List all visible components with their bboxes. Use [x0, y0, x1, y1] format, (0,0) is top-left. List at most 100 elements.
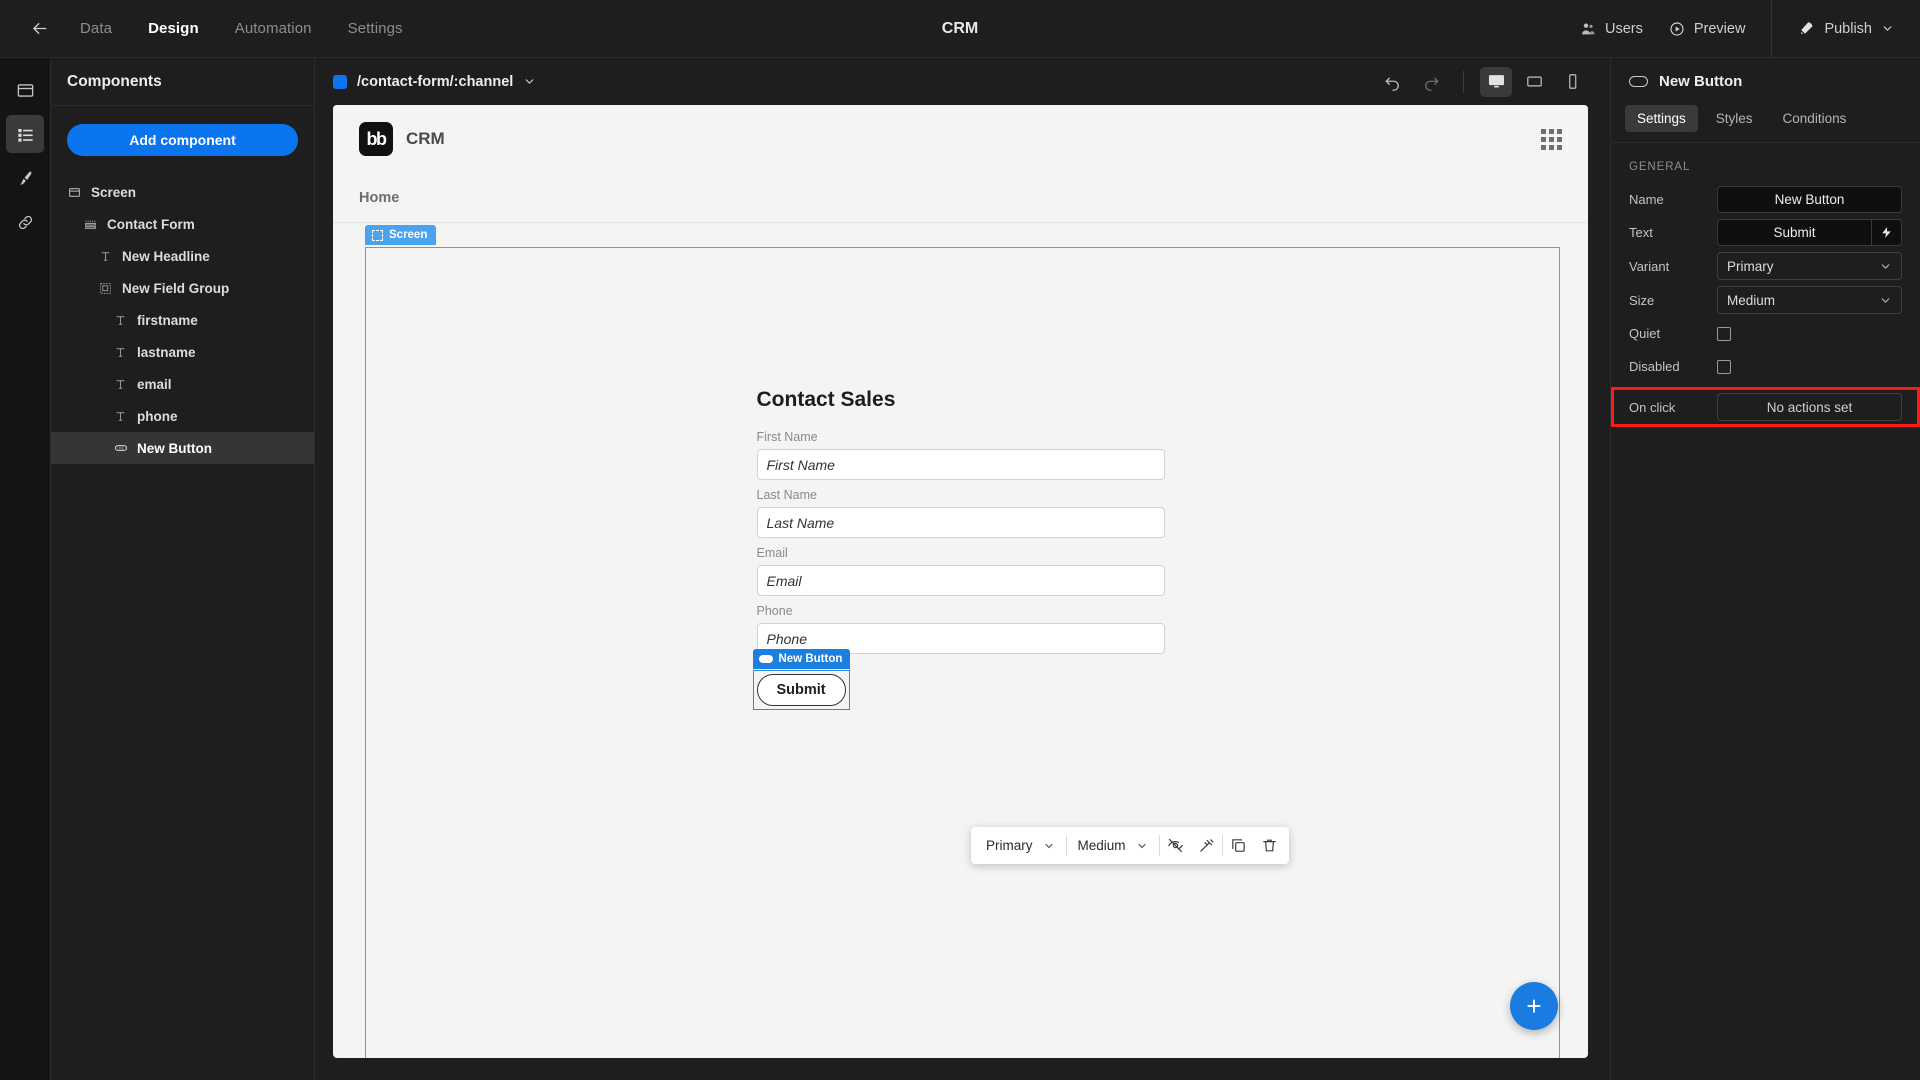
publish-button[interactable]: Publish	[1798, 20, 1894, 37]
rail-item-theme[interactable]	[6, 159, 44, 197]
desktop-icon	[1488, 75, 1504, 88]
paintbrush-icon	[19, 170, 31, 184]
rail-item-links[interactable]	[6, 203, 44, 241]
first-name-input[interactable]: First Name	[756, 449, 1165, 480]
tree-item-email[interactable]: email	[51, 368, 314, 400]
text-icon	[113, 345, 128, 360]
trash-icon	[1262, 839, 1276, 852]
icon-rail	[0, 58, 51, 1080]
tree-item-label: New Field Group	[122, 280, 230, 296]
app-preview: bb CRM Home Screen Contact Sales First N…	[333, 105, 1588, 1058]
variant-select[interactable]: Primary	[1717, 252, 1902, 280]
device-desktop-button[interactable]	[1480, 66, 1512, 97]
tab-settings[interactable]: Settings	[1625, 105, 1698, 132]
redo-button[interactable]	[1415, 67, 1447, 97]
link-icon	[18, 215, 32, 229]
hide-component-button[interactable]	[1160, 830, 1191, 861]
setting-row-disabled: Disabled	[1611, 350, 1920, 383]
tree-item-new-headline[interactable]: New Headline	[51, 240, 314, 272]
button-selection-badge[interactable]: New Button	[752, 649, 851, 669]
rail-item-components[interactable]	[6, 115, 44, 153]
email-input[interactable]: Email	[756, 565, 1165, 596]
nav-tab-automation[interactable]: Automation	[233, 16, 314, 41]
add-component-button[interactable]: Add component	[67, 124, 298, 156]
nav-tab-data[interactable]: Data	[78, 16, 114, 41]
on-click-actions-button[interactable]: No actions set	[1717, 393, 1902, 421]
setting-row-on-click: On click No actions set	[1611, 387, 1920, 427]
preview-button[interactable]: Preview	[1669, 20, 1746, 37]
device-mobile-button[interactable]	[1556, 67, 1588, 97]
text-input[interactable]: Submit	[1717, 219, 1871, 246]
duplicate-icon	[1231, 839, 1245, 852]
form-title: Contact Sales	[756, 388, 896, 411]
binding-button[interactable]	[1871, 219, 1902, 246]
setting-control	[1717, 359, 1902, 374]
nav-tab-settings[interactable]: Settings	[346, 16, 405, 41]
component-tree: Screen Contact Form New Headline New Fie…	[51, 176, 314, 464]
disabled-checkbox[interactable]	[1717, 359, 1731, 374]
undo-button[interactable]	[1377, 67, 1409, 97]
setting-label: Quiet	[1629, 326, 1661, 341]
tree-item-contact-form[interactable]: Contact Form	[51, 208, 314, 240]
text-icon	[113, 313, 128, 328]
variant-quick-select[interactable]: Primary	[975, 827, 1066, 864]
back-button[interactable]	[22, 12, 56, 46]
tab-conditions[interactable]: Conditions	[1771, 105, 1859, 132]
quiet-checkbox[interactable]	[1717, 326, 1731, 341]
nav-link-home[interactable]: Home	[359, 190, 399, 206]
button-pill-icon	[1629, 76, 1648, 87]
last-name-input[interactable]: Last Name	[756, 507, 1165, 538]
tablet-icon	[1526, 76, 1542, 87]
grid-apps-icon[interactable]	[1541, 128, 1562, 150]
submit-button[interactable]: Submit	[756, 674, 846, 706]
setting-control: No actions set	[1717, 393, 1902, 421]
setting-label: Variant	[1629, 258, 1670, 274]
tree-item-new-field-group[interactable]: New Field Group	[51, 272, 314, 304]
publish-label: Publish	[1824, 20, 1872, 37]
field-last-name: Last Name Last Name	[756, 488, 1165, 538]
chevron-down-icon	[1881, 263, 1890, 269]
add-component-fab[interactable]: +	[1510, 982, 1558, 1030]
setting-control: Submit	[1717, 219, 1902, 246]
screen-selection-badge[interactable]: Screen	[365, 225, 437, 245]
field-label: Email	[756, 546, 788, 560]
publish-group: Publish	[1771, 0, 1920, 57]
preview-label: Preview	[1693, 20, 1746, 37]
route-color-swatch	[333, 74, 347, 89]
settings-panel-header: New Button	[1611, 58, 1920, 105]
tree-item-label: Screen	[91, 184, 137, 200]
top-bar-actions: Users Preview Publish	[1554, 0, 1920, 57]
size-select[interactable]: Medium	[1717, 286, 1902, 314]
users-button[interactable]: Users	[1580, 21, 1643, 37]
delete-component-button[interactable]	[1254, 830, 1285, 861]
components-panel: Components Add component Screen Contact …	[51, 58, 315, 1080]
app-brand-name: CRM	[406, 129, 445, 148]
tree-item-lastname[interactable]: lastname	[51, 336, 314, 368]
tree-item-new-button[interactable]: New Button	[51, 432, 314, 464]
undo-icon	[1385, 77, 1399, 91]
top-bar: Data Design Automation Settings CRM User…	[0, 0, 1920, 58]
setting-control: New Button	[1717, 186, 1902, 213]
setting-control: Primary	[1717, 252, 1902, 280]
route-selector[interactable]: /contact-form/:channel	[333, 74, 536, 90]
duplicate-component-button[interactable]	[1223, 830, 1254, 861]
chevron-down-icon	[1881, 297, 1890, 303]
main-nav: Data Design Automation Settings	[78, 16, 405, 41]
text-icon	[98, 249, 113, 264]
nav-tab-design[interactable]: Design	[146, 16, 201, 41]
eject-component-button[interactable]	[1191, 830, 1222, 861]
tab-styles[interactable]: Styles	[1704, 105, 1765, 132]
tree-item-screen[interactable]: Screen	[51, 176, 314, 208]
rail-item-screen[interactable]	[6, 71, 44, 109]
tree-item-firstname[interactable]: firstname	[51, 304, 314, 336]
submit-button-wrapper: New Button Submit	[752, 649, 851, 710]
size-quick-select[interactable]: Medium	[1067, 827, 1159, 864]
tree-item-phone[interactable]: phone	[51, 400, 314, 432]
field-group-icon	[98, 281, 113, 296]
device-tablet-button[interactable]	[1518, 67, 1550, 97]
app-logo: bb	[359, 122, 393, 156]
size-value: Medium	[1727, 292, 1776, 308]
name-input[interactable]: New Button	[1717, 186, 1902, 213]
form-icon	[83, 217, 98, 232]
rocket-icon	[1801, 22, 1813, 35]
